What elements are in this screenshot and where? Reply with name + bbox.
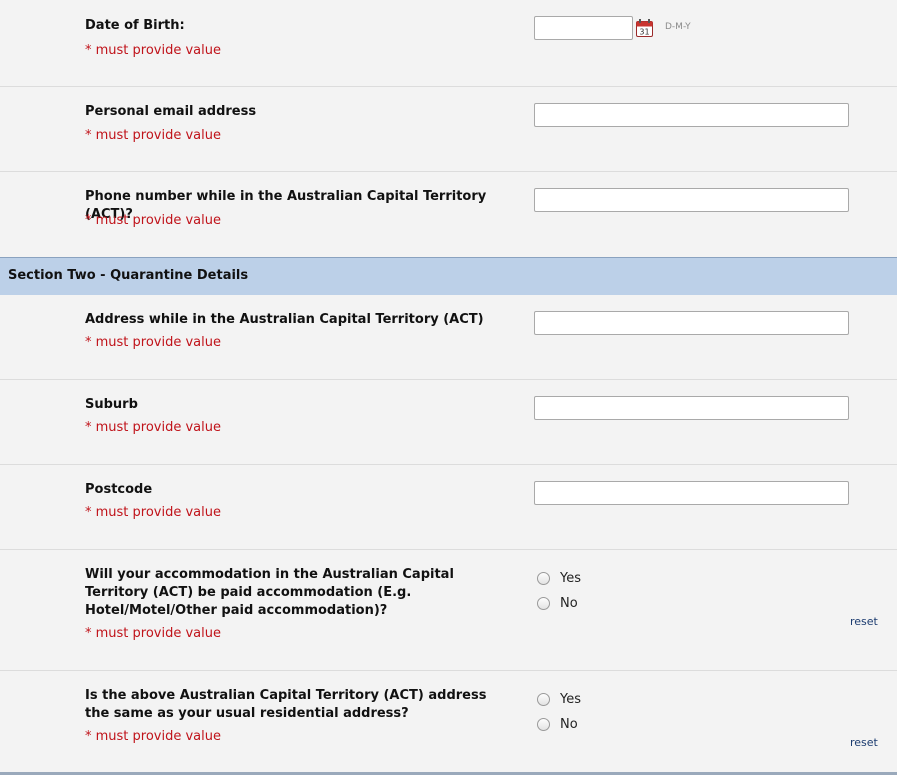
phone-input[interactable] <box>534 188 849 212</box>
suburb-input[interactable] <box>534 396 849 420</box>
dob-input[interactable] <box>534 16 633 40</box>
radio-button[interactable] <box>537 597 550 610</box>
paid-accommodation-reset-link[interactable]: reset <box>850 615 878 628</box>
same-address-reset-link[interactable]: reset <box>850 736 878 749</box>
radio-button[interactable] <box>537 718 550 731</box>
paid-accommodation-label: Will your accommodation in the Australia… <box>85 567 454 618</box>
same-address-required-note: * must provide value <box>85 729 221 744</box>
field-row-phone: Phone number while in the Australian Cap… <box>0 172 897 257</box>
field-row-paid-accommodation: Will your accommodation in the Australia… <box>0 550 897 671</box>
field-row-address: Address while in the Australian Capital … <box>0 295 897 380</box>
postcode-required-note: * must provide value <box>85 505 221 520</box>
address-label: Address while in the Australian Capital … <box>85 312 484 327</box>
section-two-header: Section Two - Quarantine Details <box>0 257 897 295</box>
field-row-postcode: Postcode * must provide value <box>0 465 897 550</box>
field-row-same-address: Is the above Australian Capital Territor… <box>0 671 897 772</box>
radio-button[interactable] <box>537 693 550 706</box>
email-input[interactable] <box>534 103 849 127</box>
email-label: Personal email address <box>85 104 257 119</box>
dob-label: Date of Birth: <box>85 18 185 33</box>
radio-label-yes[interactable]: Yes <box>560 571 581 586</box>
date-format-hint: D-M-Y <box>665 22 691 32</box>
radio-label-no[interactable]: No <box>560 717 578 732</box>
email-required-note: * must provide value <box>85 128 221 143</box>
section-two-title: Section Two - Quarantine Details <box>8 268 249 283</box>
calendar-icon[interactable]: 31 <box>636 19 653 37</box>
suburb-required-note: * must provide value <box>85 420 221 435</box>
calendar-icon-day: 31 <box>639 28 649 37</box>
paid-accommodation-required-note: * must provide value <box>85 626 221 641</box>
radio-button[interactable] <box>537 572 550 585</box>
field-row-dob: Date of Birth: * must provide value 31 D… <box>0 0 897 87</box>
radio-label-no[interactable]: No <box>560 596 578 611</box>
radio-label-yes[interactable]: Yes <box>560 692 581 707</box>
field-row-suburb: Suburb * must provide value <box>0 380 897 465</box>
phone-required-note: * must provide value <box>85 213 221 228</box>
field-row-email: Personal email address * must provide va… <box>0 87 897 172</box>
address-input[interactable] <box>534 311 849 335</box>
dob-required-note: * must provide value <box>85 43 221 58</box>
postcode-input[interactable] <box>534 481 849 505</box>
same-address-label: Is the above Australian Capital Territor… <box>85 688 487 721</box>
postcode-label: Postcode <box>85 482 153 497</box>
suburb-label: Suburb <box>85 397 138 412</box>
survey-form: Date of Birth: * must provide value 31 D… <box>0 0 897 775</box>
address-required-note: * must provide value <box>85 335 221 350</box>
